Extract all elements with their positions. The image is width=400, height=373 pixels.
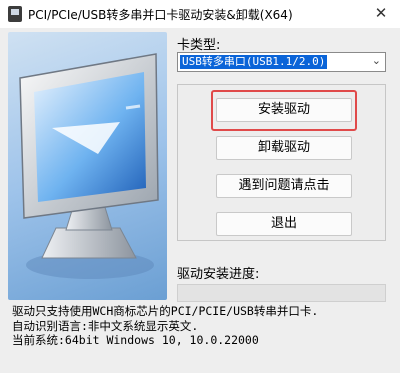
app-icon xyxy=(8,6,22,22)
card-type-label: 卡类型: xyxy=(177,38,221,53)
exit-button[interactable]: 退出 xyxy=(216,212,352,236)
window-title: PCI/PCIe/USB转多串并口卡驱动安装&卸载(X64) xyxy=(28,8,293,22)
info-line-support: 驱动只支持使用WCH商标芯片的PCI/PCIE/USB转串并口卡. xyxy=(12,304,319,318)
title-bar[interactable]: PCI/PCIe/USB转多串并口卡驱动安装&卸载(X64) ✕ xyxy=(0,0,400,28)
uninstall-driver-button[interactable]: 卸载驱动 xyxy=(216,136,352,160)
close-button[interactable]: ✕ xyxy=(370,2,392,24)
card-type-selected-value: USB转多串口(USB1.1/2.0) xyxy=(180,55,328,69)
chevron-down-icon[interactable]: ⌄ xyxy=(372,54,381,67)
install-progress-bar xyxy=(177,284,386,302)
info-line-system: 当前系统:64bit Windows 10, 10.0.22000 xyxy=(12,333,259,347)
card-type-select[interactable]: USB转多串口(USB1.1/2.0) ⌄ xyxy=(177,52,386,72)
action-button-group: 安装驱动 卸载驱动 遇到问题请点击 退出 xyxy=(177,84,386,241)
install-driver-button[interactable]: 安装驱动 xyxy=(216,98,352,122)
help-button[interactable]: 遇到问题请点击 xyxy=(216,174,352,198)
control-panel: 卡类型: USB转多串口(USB1.1/2.0) ⌄ 安装驱动 卸载驱动 遇到问… xyxy=(167,32,392,302)
info-line-language: 自动识别语言:非中文系统显示英文. xyxy=(12,318,199,333)
monitor-illustration xyxy=(8,32,167,300)
info-text-area: 驱动只支持使用WCH商标芯片的PCI/PCIE/USB转串并口卡. 自动识别语言… xyxy=(12,304,397,348)
progress-label: 驱动安装进度: xyxy=(177,267,260,282)
monitor-icon xyxy=(19,53,159,279)
